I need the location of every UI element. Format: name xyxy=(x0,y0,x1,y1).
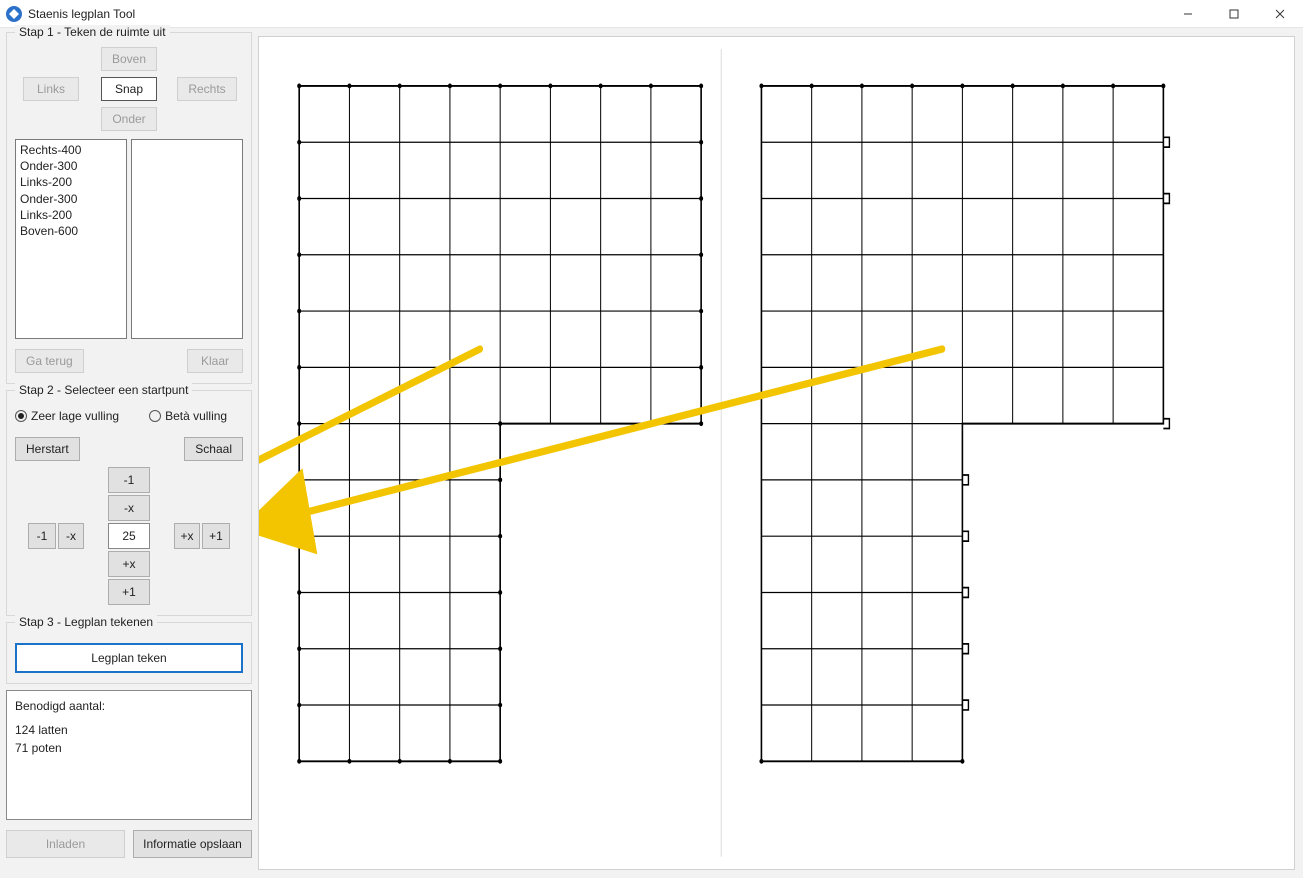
links-button[interactable]: Links xyxy=(23,77,79,101)
boven-button[interactable]: Boven xyxy=(101,47,157,71)
onder-button[interactable]: Onder xyxy=(101,107,157,131)
close-button[interactable] xyxy=(1257,0,1303,28)
step1-legend: Stap 1 - Teken de ruimte uit xyxy=(15,25,170,39)
inladen-button[interactable]: Inladen xyxy=(6,830,125,858)
history-item[interactable]: Rechts-400 xyxy=(20,142,122,158)
klaar-button[interactable]: Klaar xyxy=(187,349,243,373)
step2-legend: Stap 2 - Selecteer een startpunt xyxy=(15,383,192,397)
radio-beta-vulling[interactable]: Betà vulling xyxy=(149,409,227,423)
sidebar: Stap 1 - Teken de ruimte uit Boven Links… xyxy=(0,28,258,878)
plusx-bot-button[interactable]: +x xyxy=(108,551,150,577)
minimize-button[interactable] xyxy=(1165,0,1211,28)
minusx-top-button[interactable]: -x xyxy=(108,495,150,521)
plus1-bot-button[interactable]: +1 xyxy=(108,579,150,605)
step2-group: Stap 2 - Selecteer een startpunt Zeer la… xyxy=(6,390,252,616)
results-box: Benodigd aantal: 124 latten 71 poten xyxy=(6,690,252,820)
minus1-left-button[interactable]: -1 xyxy=(28,523,56,549)
results-line1: 124 latten xyxy=(15,721,243,739)
window-title: Staenis legplan Tool xyxy=(28,7,135,21)
canvas-area[interactable] xyxy=(258,36,1295,870)
rechts-button[interactable]: Rechts xyxy=(177,77,236,101)
history-listbox[interactable]: Rechts-400Onder-300Links-200Onder-300Lin… xyxy=(15,139,127,339)
plus1-right-button[interactable]: +1 xyxy=(202,523,230,549)
results-heading: Benodigd aantal: xyxy=(15,697,243,715)
history-item[interactable]: Onder-300 xyxy=(20,158,122,174)
step1-group: Stap 1 - Teken de ruimte uit Boven Links… xyxy=(6,32,252,384)
value-input[interactable]: 25 xyxy=(108,523,150,549)
radio1-label: Zeer lage vulling xyxy=(31,409,119,423)
history-item[interactable]: Links-200 xyxy=(20,174,122,190)
minimize-icon xyxy=(1183,9,1193,19)
radio-dot-icon xyxy=(15,410,27,422)
plan-diagram xyxy=(259,37,1294,869)
step3-group: Stap 3 - Legplan tekenen Legplan teken xyxy=(6,622,252,684)
app-icon xyxy=(6,6,22,22)
snap-button[interactable]: Snap xyxy=(101,77,157,101)
titlebar: Staenis legplan Tool xyxy=(0,0,1303,28)
close-icon xyxy=(1275,9,1285,19)
minusx-left-button[interactable]: -x xyxy=(58,523,84,549)
history-item[interactable]: Links-200 xyxy=(20,207,122,223)
radio-zeer-lage-vulling[interactable]: Zeer lage vulling xyxy=(15,409,119,423)
minus1-top-button[interactable]: -1 xyxy=(108,467,150,493)
results-line2: 71 poten xyxy=(15,739,243,757)
plusx-right-button[interactable]: +x xyxy=(174,523,200,549)
legplan-teken-button[interactable]: Legplan teken xyxy=(15,643,243,673)
maximize-button[interactable] xyxy=(1211,0,1257,28)
ga-terug-button[interactable]: Ga terug xyxy=(15,349,84,373)
secondary-listbox[interactable] xyxy=(131,139,243,339)
history-item[interactable]: Boven-600 xyxy=(20,223,122,239)
herstart-button[interactable]: Herstart xyxy=(15,437,80,461)
radio-dot-icon xyxy=(149,410,161,422)
maximize-icon xyxy=(1229,9,1239,19)
step3-legend: Stap 3 - Legplan tekenen xyxy=(15,615,157,629)
radio2-label: Betà vulling xyxy=(165,409,227,423)
history-item[interactable]: Onder-300 xyxy=(20,191,122,207)
schaal-button[interactable]: Schaal xyxy=(184,437,243,461)
informatie-opslaan-button[interactable]: Informatie opslaan xyxy=(133,830,252,858)
